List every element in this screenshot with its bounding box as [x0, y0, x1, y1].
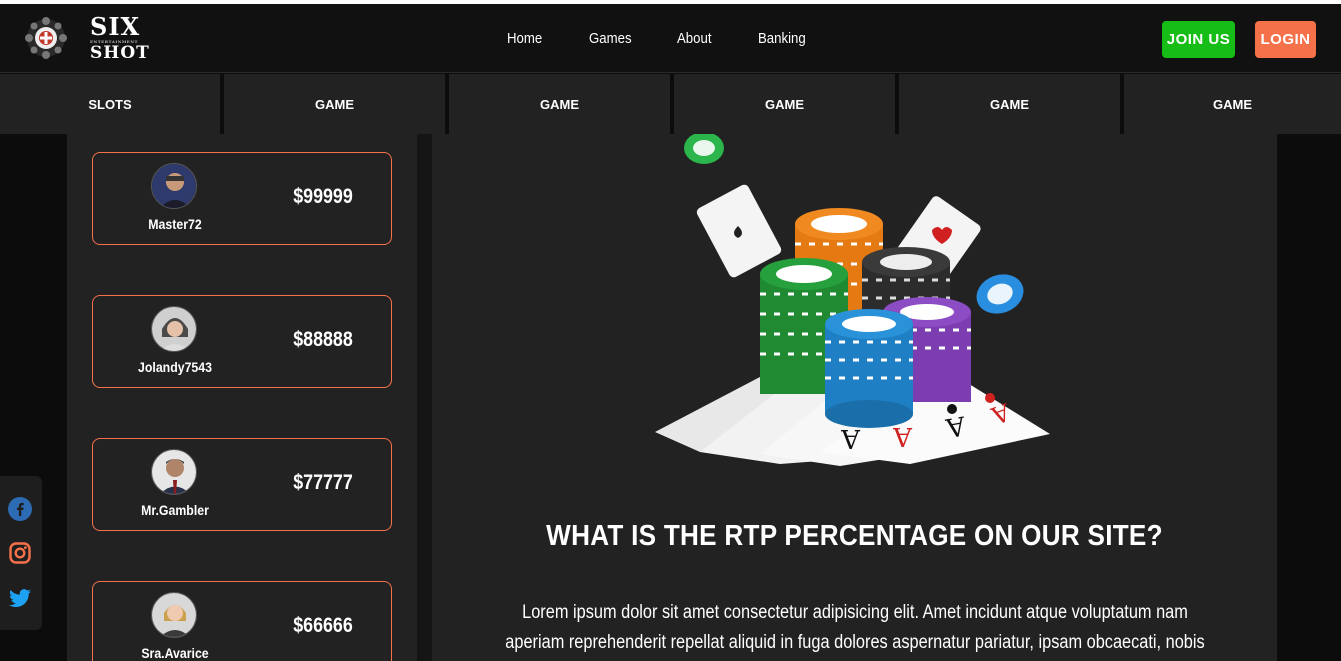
leaderboard-card[interactable]: Sra.Avarice $66666 — [92, 581, 392, 661]
login-button[interactable]: LOGIN — [1255, 21, 1316, 58]
leaderboard-card[interactable]: Master72 $99999 — [92, 152, 392, 245]
category-game-5[interactable]: GAME — [1124, 74, 1341, 134]
rtp-heading: WHAT IS THE RTP PERCENTAGE ON OUR SITE? — [546, 520, 1163, 552]
leaderboard-username: Master72 — [148, 216, 202, 232]
social-sidebar — [0, 476, 42, 630]
logo[interactable]: SIX ENTERTAINMENT SHOT — [24, 13, 154, 65]
category-game-2[interactable]: GAME — [449, 74, 670, 134]
poker-chips-cards-illustration: A A A A — [655, 134, 1050, 466]
category-slots[interactable]: SLOTS — [0, 74, 220, 134]
nav-home[interactable]: Home — [507, 30, 542, 47]
leaderboard-username: Mr.Gambler — [141, 502, 209, 518]
join-us-button[interactable]: JOIN US — [1162, 21, 1235, 58]
category-game-3[interactable]: GAME — [674, 74, 895, 134]
panel-divider — [417, 134, 432, 661]
leaderboard-card[interactable]: Jolandy7543 $88888 — [92, 295, 392, 388]
nav-games[interactable]: Games — [589, 30, 632, 47]
avatar — [151, 163, 197, 209]
category-game-4[interactable]: GAME — [899, 74, 1120, 134]
leaderboard-username: Jolandy7543 — [138, 359, 212, 375]
twitter-icon[interactable] — [7, 585, 33, 611]
logo-text-top: SIX — [90, 12, 141, 41]
category-bar: SLOTS GAME GAME GAME GAME GAME — [0, 74, 1341, 134]
avatar — [151, 306, 197, 352]
loose-chip-green — [684, 134, 724, 164]
logo-text-bottom: SHOT — [90, 43, 150, 63]
logo-emblem-icon — [25, 17, 67, 59]
instagram-icon[interactable] — [7, 540, 33, 566]
leaderboard-card[interactable]: Mr.Gambler $77777 — [92, 438, 392, 531]
category-game-1[interactable]: GAME — [224, 74, 445, 134]
loose-chip-blue — [976, 274, 1024, 314]
rtp-paragraph: Lorem ipsum dolor sit amet consectetur a… — [505, 602, 1205, 653]
leaderboard-username: Sra.Avarice — [141, 645, 209, 661]
nav-banking[interactable]: Banking — [758, 30, 806, 47]
nav-about[interactable]: About — [677, 30, 711, 47]
leaderboard-amount: $66666 — [293, 614, 353, 637]
svg-text:A: A — [892, 421, 913, 451]
avatar — [151, 592, 197, 638]
avatar — [151, 449, 197, 495]
site-header: SIX ENTERTAINMENT SHOT Home Games About … — [0, 4, 1341, 73]
leaderboard-amount: $77777 — [293, 471, 353, 494]
leaderboard-amount: $88888 — [293, 328, 353, 351]
facebook-icon[interactable] — [7, 496, 33, 522]
leaderboard-amount: $99999 — [293, 185, 353, 208]
